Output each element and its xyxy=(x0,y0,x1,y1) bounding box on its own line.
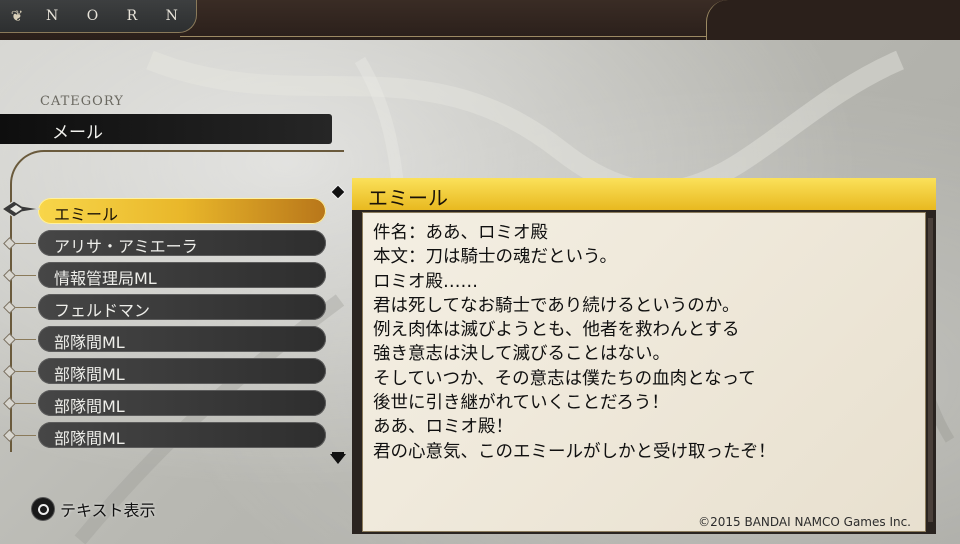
list-item[interactable]: 部隊間ML xyxy=(3,326,326,352)
list-item[interactable]: 部隊間ML xyxy=(3,422,326,448)
mail-line: ああ、ロミオ殿！ xyxy=(373,417,513,438)
list-item[interactable]: エミール xyxy=(38,198,326,224)
list-item-label: フェルドマン xyxy=(54,301,151,320)
mail-line: 君は死してなお騎士であり続けるというのか。 xyxy=(373,295,740,316)
leaf-icon: ❦ xyxy=(10,7,24,25)
mail-header: エミール xyxy=(352,178,936,210)
list-item-label: エミール xyxy=(54,205,119,224)
mail-line: ロミオ殿…… xyxy=(373,271,478,292)
mail-line: 件名：ああ、ロミオ殿 xyxy=(373,223,548,243)
mail-sender-title: エミール xyxy=(368,186,448,210)
copyright-notice: ©2015 BANDAI NAMCO Games Inc. xyxy=(698,515,911,529)
list-item-label: アリサ・アミエーラ xyxy=(54,237,198,256)
list-item[interactable]: 部隊間ML xyxy=(3,390,326,416)
mail-line: 後世に引き継がれていくことだろう！ xyxy=(373,393,669,414)
list-item-label: 部隊間ML xyxy=(54,365,125,384)
mail-body: 件名：ああ、ロミオ殿 本文：刀は騎士の魂だという。 ロミオ殿…… 君は死してなお… xyxy=(362,212,926,532)
mail-scrollbar[interactable] xyxy=(928,218,933,522)
hint-label: テキスト表示 xyxy=(60,501,156,520)
list-item-label: 情報管理局ML xyxy=(54,269,157,288)
category-heading: CATEGORY xyxy=(40,94,124,109)
mail-line: 例え肉体は滅びようとも、他者を救わんとする xyxy=(373,320,740,341)
mail-text: 件名：ああ、ロミオ殿 本文：刀は騎士の魂だという。 ロミオ殿…… 君は死してなお… xyxy=(373,221,776,464)
list-item[interactable]: 部隊間ML xyxy=(3,358,326,384)
scroll-down-icon[interactable] xyxy=(328,452,348,466)
list-item[interactable]: フェルドマン xyxy=(3,294,326,320)
category-selector[interactable]: メール xyxy=(0,114,332,144)
selection-cursor-icon xyxy=(0,200,41,218)
top-bar: ❦ N O R N xyxy=(0,0,960,40)
list-item[interactable]: アリサ・アミエーラ xyxy=(3,230,326,256)
mail-line: 本文：刀は騎士の魂だという。 xyxy=(373,247,617,268)
norn-tab[interactable]: ❦ N O R N xyxy=(0,0,197,33)
mail-panel: エミール 件名：ああ、ロミオ殿 本文：刀は騎士の魂だという。 ロミオ殿…… 君は… xyxy=(352,178,936,534)
category-value: メール xyxy=(52,123,103,143)
list-item-label: 部隊間ML xyxy=(54,429,125,448)
list-item-label: 部隊間ML xyxy=(54,333,125,352)
mail-line: 強き意志は決して滅びることはない。 xyxy=(373,344,670,365)
list-item[interactable]: 情報管理局ML xyxy=(3,262,326,288)
top-right-tab xyxy=(706,0,960,40)
circle-button-icon xyxy=(32,498,54,520)
brand-title: N O R N xyxy=(46,8,190,24)
list-item-label: 部隊間ML xyxy=(54,397,125,416)
mail-line: 君の心意気、このエミールがしかと受け取ったぞ！ xyxy=(373,441,776,462)
mail-line: そしていつか、その意志は僕たちの血肉となって xyxy=(373,368,756,389)
scroll-up-icon[interactable] xyxy=(330,184,346,200)
